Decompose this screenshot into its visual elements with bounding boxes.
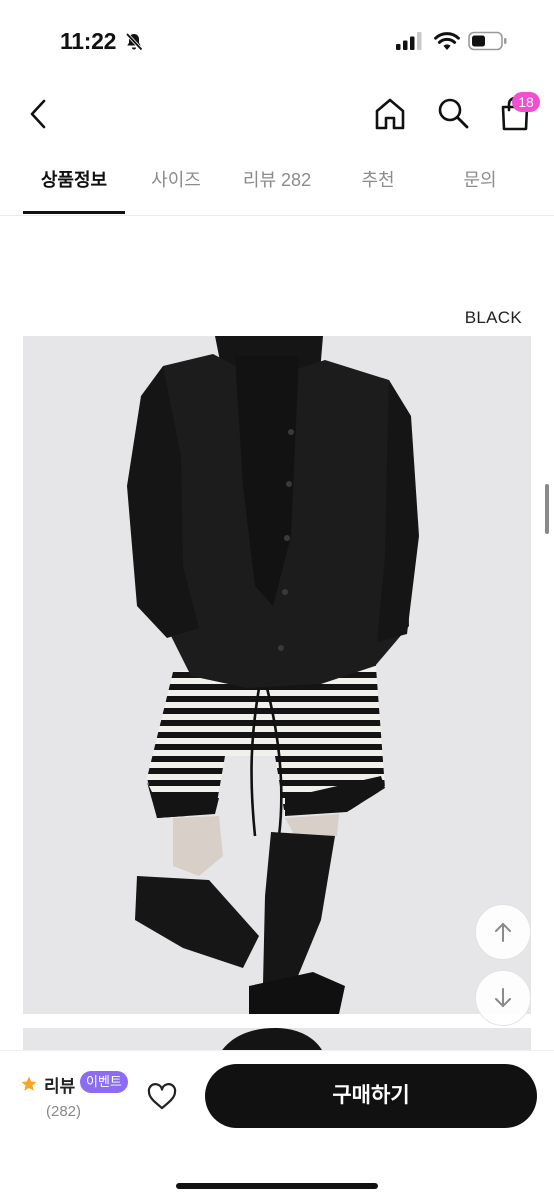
product-image <box>23 336 531 1014</box>
search-icon <box>438 98 469 129</box>
scroll-up-button[interactable] <box>475 904 531 960</box>
status-time: 11:22 <box>60 28 117 54</box>
tab-inquiry[interactable]: 문의 <box>429 156 531 214</box>
nav-bar <box>0 82 554 146</box>
review-summary[interactable]: 리뷰 이벤트 (282) <box>20 1071 130 1131</box>
chevron-left-icon <box>30 99 46 129</box>
cellular-signal-icon <box>396 32 422 50</box>
wifi-icon <box>434 30 460 52</box>
tab-size[interactable]: 사이즈 <box>125 156 227 214</box>
status-bar: 11:22 <box>0 0 554 80</box>
scroll-down-button[interactable] <box>475 970 531 1026</box>
bell-slash-icon <box>124 32 144 52</box>
color-label: BLACK <box>464 308 522 327</box>
product-tabs: 상품정보 사이즈 리뷰 282 추천 문의 <box>0 156 554 216</box>
review-label: 리뷰 <box>44 1077 76 1096</box>
scrollbar[interactable] <box>545 484 549 534</box>
home-button[interactable] <box>372 96 408 132</box>
home-indicator <box>176 1183 378 1189</box>
star-icon <box>21 1076 37 1091</box>
event-badge: 이벤트 <box>80 1071 128 1093</box>
cart-count-badge: 18 <box>512 92 540 112</box>
tab-reviews[interactable]: 리뷰 282 <box>227 156 327 214</box>
review-count: (282) <box>46 1103 82 1120</box>
battery-icon <box>468 31 508 51</box>
search-button[interactable] <box>436 96 470 130</box>
back-button[interactable] <box>24 94 56 134</box>
arrow-down-icon <box>495 988 511 1007</box>
tab-product-info[interactable]: 상품정보 <box>23 156 125 214</box>
tab-recommend[interactable]: 추천 <box>327 156 429 214</box>
arrow-up-icon <box>495 923 511 942</box>
bottom-purchase-bar: 리뷰 이벤트 (282) 구매하기 <box>0 1050 554 1200</box>
buy-button[interactable]: 구매하기 <box>205 1064 537 1128</box>
heart-outline-icon <box>147 1083 177 1110</box>
home-icon <box>375 98 405 130</box>
like-button[interactable] <box>146 1081 178 1113</box>
active-tab-indicator <box>23 211 125 214</box>
